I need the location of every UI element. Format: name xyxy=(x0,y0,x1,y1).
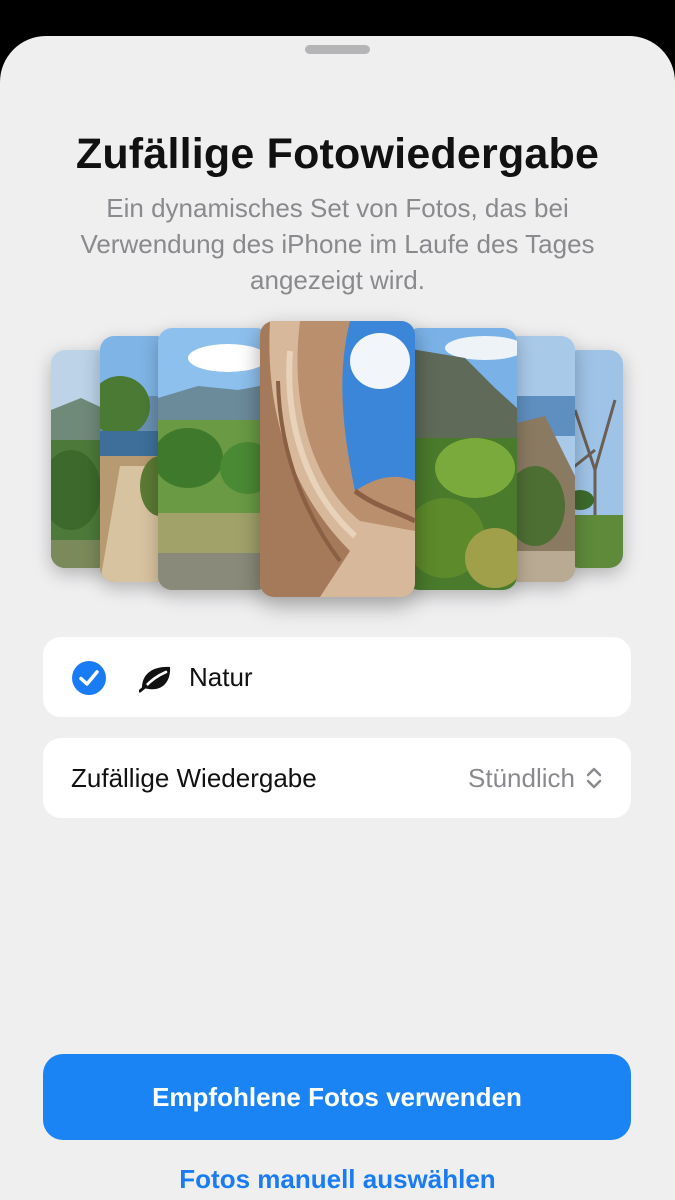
sheet-subtitle: Ein dynamisches Set von Fotos, das bei V… xyxy=(80,193,595,295)
shuffle-label: Zufällige Wiedergabe xyxy=(71,763,317,793)
choose-photos-manually-button[interactable]: Fotos manuell auswählen xyxy=(0,1164,675,1195)
chevron-up-down-icon[interactable] xyxy=(585,765,603,791)
sheet-grabber[interactable] xyxy=(305,45,370,54)
photo-card[interactable] xyxy=(158,328,270,590)
shuffle-frequency-row[interactable]: Zufällige Wiedergabe Stündlich xyxy=(43,738,631,818)
bottom-sheet: Zufällige Fotowiedergabe Ein dynamisches… xyxy=(0,36,675,1200)
photo-card[interactable] xyxy=(405,328,517,590)
use-featured-photos-button[interactable]: Empfohlene Fotos verwenden xyxy=(43,1054,631,1140)
sheet-title: Zufällige Fotowiedergabe xyxy=(75,130,600,178)
checkmark-icon[interactable] xyxy=(72,661,106,695)
photo-card-selected[interactable] xyxy=(260,321,415,597)
topic-label: Natur xyxy=(189,662,253,692)
topic-row-natur[interactable]: Natur xyxy=(43,637,631,717)
leaf-icon xyxy=(138,663,173,693)
shuffle-frequency-value[interactable]: Stündlich xyxy=(468,763,575,794)
